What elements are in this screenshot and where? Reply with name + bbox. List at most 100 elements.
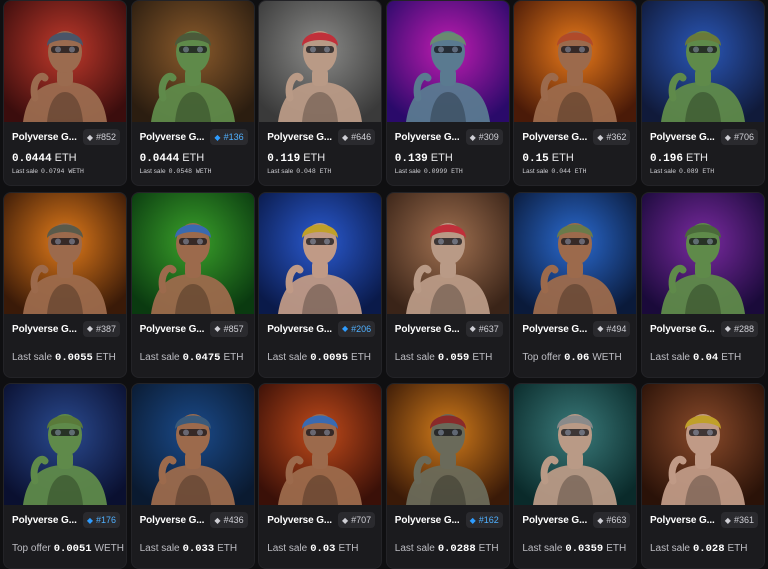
collection-name[interactable]: Polyverse G... xyxy=(267,324,332,335)
last-sale: Last sale 0.033 ETH xyxy=(140,543,238,555)
token-id: #646 xyxy=(351,132,372,142)
nft-artwork[interactable] xyxy=(641,192,764,314)
nft-info: Polyverse G... ◆ #176 Top offer 0.0051 WETH xyxy=(4,505,126,568)
character-figure xyxy=(533,31,618,122)
nft-artwork[interactable] xyxy=(131,384,254,505)
listing-price: 0.0444 ETH xyxy=(140,152,205,165)
listing-price: 0.139 ETH xyxy=(395,152,453,165)
nft-artwork[interactable] xyxy=(4,192,126,314)
last-sale-value: 0.048 ETH xyxy=(296,168,332,175)
token-id-badge: ◆ #362 xyxy=(593,129,631,145)
collection-name[interactable]: Polyverse G... xyxy=(522,132,587,143)
nft-artwork[interactable] xyxy=(514,192,637,314)
nft-card[interactable]: Polyverse G... ◆ #663 Last sale 0.0359 ETH xyxy=(513,383,638,569)
token-id-badge: ◆ #663 xyxy=(593,512,631,528)
nft-card[interactable]: Polyverse G... ◆ #707 Last sale 0.03 ETH xyxy=(258,383,383,569)
nft-artwork[interactable] xyxy=(514,384,637,505)
nft-card[interactable]: Polyverse G... ◆ #857 Last sale 0.0475 ETH xyxy=(130,191,255,378)
nft-artwork[interactable] xyxy=(259,192,382,314)
collection-name[interactable]: Polyverse G... xyxy=(650,132,715,143)
token-id-badge: ◆ #288 xyxy=(720,320,758,337)
nft-artwork[interactable] xyxy=(641,1,764,122)
nft-card[interactable]: Polyverse G... ◆ #362 0.15 ETH Last sale 0.044… xyxy=(513,0,638,186)
collection-name[interactable]: Polyverse G... xyxy=(395,132,460,143)
nft-artwork[interactable] xyxy=(259,1,382,122)
nft-card[interactable]: Polyverse G... ◆ #436 Last sale 0.033 ETH xyxy=(130,383,255,569)
token-id: #162 xyxy=(478,515,499,525)
collection-name[interactable]: Polyverse G... xyxy=(12,324,77,335)
character-figure xyxy=(405,414,490,505)
character-figure xyxy=(278,31,363,122)
token-id-badge: ◆ #176 xyxy=(82,512,120,528)
nft-artwork[interactable] xyxy=(641,384,764,505)
price-value: 0.196 xyxy=(649,153,683,165)
last-sale-value: 0.0794 WETH xyxy=(41,168,84,175)
last-sale: Last sale 0.03 ETH xyxy=(267,543,358,555)
nft-card[interactable]: Polyverse G... ◆ #288 Last sale 0.04 ETH xyxy=(640,191,765,378)
collection-name[interactable]: Polyverse G... xyxy=(650,515,715,526)
diamond-icon: ◆ xyxy=(342,132,349,142)
collection-name[interactable]: Polyverse G... xyxy=(395,324,460,335)
nft-card[interactable]: Polyverse G... ◆ #176 Top offer 0.0051 WETH xyxy=(3,383,127,569)
collection-name[interactable]: Polyverse G... xyxy=(395,515,460,526)
nft-card[interactable]: Polyverse G... ◆ #136 0.0444 ETH Last sale 0.0… xyxy=(130,0,255,186)
nft-info: Polyverse G... ◆ #857 Last sale 0.0475 ETH xyxy=(132,314,254,377)
sale-currency: ETH xyxy=(478,543,499,554)
nft-card[interactable]: Polyverse G... ◆ #361 Last sale 0.028 ETH xyxy=(640,383,765,569)
token-id-badge: ◆ #637 xyxy=(465,320,503,337)
collection-name[interactable]: Polyverse G... xyxy=(650,324,715,335)
sale-label: Top offer xyxy=(522,351,562,363)
sale-label: Top offer xyxy=(12,543,51,554)
nft-artwork[interactable] xyxy=(4,1,126,122)
nft-card[interactable]: Polyverse G... ◆ #494 Top offer 0.06 WETH xyxy=(513,191,638,378)
nft-artwork[interactable] xyxy=(386,1,509,122)
price-currency: ETH xyxy=(54,152,77,164)
collection-name[interactable]: Polyverse G... xyxy=(267,515,332,526)
collection-name[interactable]: Polyverse G... xyxy=(522,515,587,526)
token-id-badge: ◆ #436 xyxy=(210,512,248,528)
nft-artwork[interactable] xyxy=(386,384,509,505)
collection-name[interactable]: Polyverse G... xyxy=(140,324,205,335)
nft-artwork[interactable] xyxy=(386,192,509,314)
sale-currency: ETH xyxy=(351,351,372,363)
collection-name[interactable]: Polyverse G... xyxy=(12,132,77,143)
diamond-icon: ◆ xyxy=(469,132,476,142)
nft-card[interactable]: Polyverse G... ◆ #206 Last sale 0.0095 ETH xyxy=(258,191,383,378)
sale-value: 0.0359 xyxy=(565,543,604,555)
collection-name[interactable]: Polyverse G... xyxy=(12,515,77,526)
nft-card[interactable]: Polyverse G... ◆ #309 0.139 ETH Last sale 0.09… xyxy=(385,0,510,186)
sale-currency: WETH xyxy=(592,351,622,363)
nft-artwork[interactable] xyxy=(131,1,254,122)
last-sale: Last sale 0.048 ETH xyxy=(267,168,331,175)
collection-name[interactable]: Polyverse G... xyxy=(267,132,332,143)
nft-card[interactable]: Polyverse G... ◆ #162 Last sale 0.0288 ETH xyxy=(385,383,510,569)
collection-name[interactable]: Polyverse G... xyxy=(140,132,205,143)
sale-currency: ETH xyxy=(338,543,359,554)
listing-price: 0.0444 ETH xyxy=(12,152,77,165)
nft-card[interactable]: Polyverse G... ◆ #637 Last sale 0.059 ETH xyxy=(385,191,510,378)
token-id: #852 xyxy=(95,132,116,142)
diamond-icon: ◆ xyxy=(86,132,93,142)
nft-card[interactable]: Polyverse G... ◆ #706 0.196 ETH Last sale 0.08… xyxy=(640,0,765,186)
nft-artwork[interactable] xyxy=(4,384,126,505)
nft-artwork[interactable] xyxy=(514,1,637,122)
nft-card[interactable]: Polyverse G... ◆ #852 0.0444 ETH Last sale 0.0… xyxy=(3,0,127,186)
diamond-icon: ◆ xyxy=(724,132,731,142)
nft-card[interactable]: Polyverse G... ◆ #387 Last sale 0.0055 ETH xyxy=(3,191,127,378)
sale-value: 0.04 xyxy=(693,351,719,364)
collection-name[interactable]: Polyverse G... xyxy=(140,515,205,526)
nft-artwork[interactable] xyxy=(131,192,254,314)
diamond-icon: ◆ xyxy=(214,132,221,142)
nft-card[interactable]: Polyverse G... ◆ #646 0.119 ETH Last sale 0.04… xyxy=(258,0,383,186)
nft-info: Polyverse G... ◆ #707 Last sale 0.03 ETH xyxy=(259,505,381,568)
sale-value: 0.033 xyxy=(182,543,215,555)
collection-name[interactable]: Polyverse G... xyxy=(522,324,587,335)
diamond-icon: ◆ xyxy=(724,324,731,333)
token-id: #857 xyxy=(223,323,244,334)
sale-value: 0.0475 xyxy=(182,351,221,364)
nft-artwork[interactable] xyxy=(259,384,382,505)
last-sale-label: Last sale xyxy=(139,168,166,175)
character-figure xyxy=(150,414,235,505)
last-sale: Last sale 0.0999 ETH xyxy=(395,168,463,175)
diamond-icon: ◆ xyxy=(597,324,604,333)
